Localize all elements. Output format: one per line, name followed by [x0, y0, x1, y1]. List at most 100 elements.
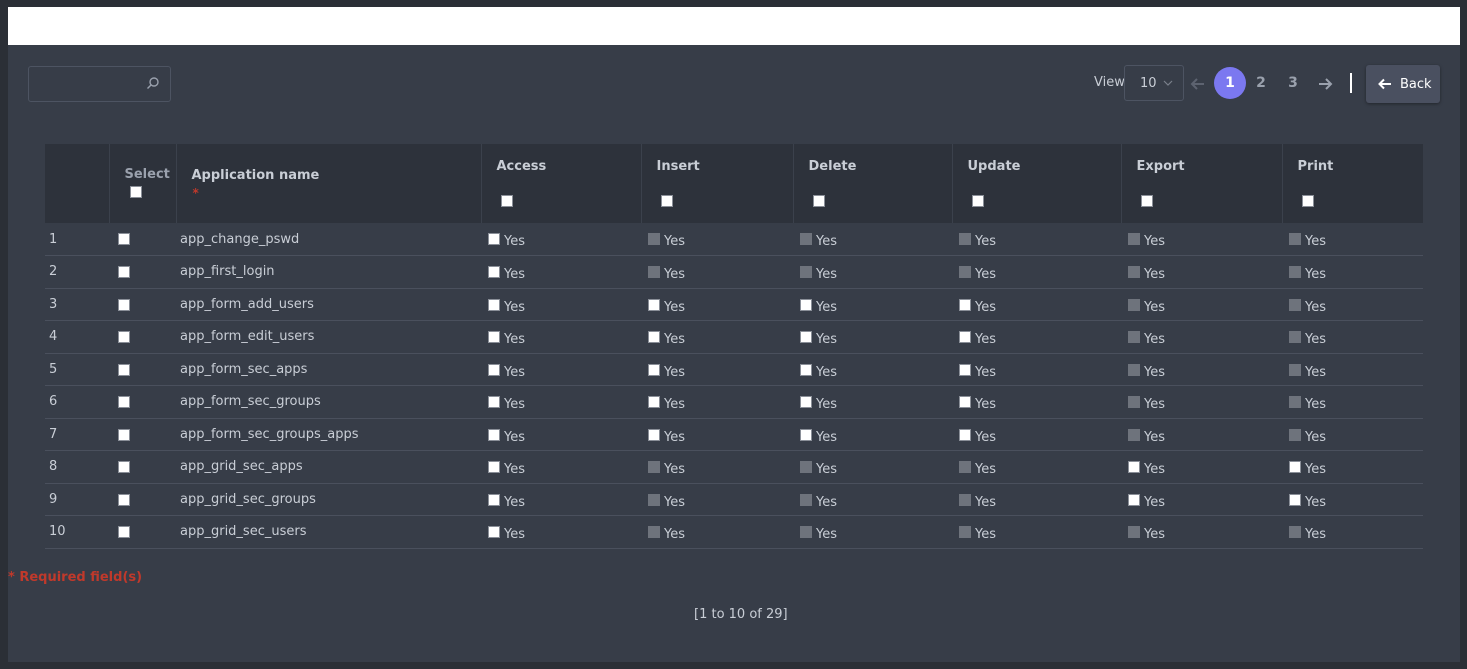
row-number: 3: [45, 288, 109, 321]
insert-checkbox[interactable]: [648, 331, 660, 343]
update-checkbox[interactable]: [959, 428, 971, 441]
row-select-checkbox[interactable]: [118, 428, 130, 441]
export-cell: Yes: [1121, 483, 1282, 516]
insert-checkbox[interactable]: [648, 396, 660, 408]
access-yes-label: Yes: [504, 234, 525, 249]
export-cell: Yes: [1121, 418, 1282, 451]
print-checkbox[interactable]: [1289, 493, 1301, 506]
print-checkbox: [1289, 233, 1301, 245]
export-checkbox[interactable]: [1128, 493, 1140, 506]
insert-yes-label: Yes: [664, 364, 685, 380]
delete-all-checkbox[interactable]: [812, 195, 825, 207]
application-name: app_change_pswd: [176, 223, 481, 256]
access-checkbox[interactable]: [488, 298, 500, 311]
top-bar: [8, 7, 1460, 45]
update-yes-label: Yes: [975, 494, 996, 510]
insert-checkbox[interactable]: [648, 298, 660, 311]
insert-checkbox[interactable]: [648, 428, 660, 441]
access-cell: Yes: [481, 288, 641, 321]
export-checkbox: [1128, 331, 1140, 343]
export-checkbox[interactable]: [1128, 461, 1140, 473]
update-cell: Yes: [952, 515, 1121, 549]
delete-cell: Yes: [793, 385, 952, 419]
update-header-label: Update: [967, 159, 1021, 174]
export-yes-label: Yes: [1144, 494, 1165, 510]
access-header: Access: [481, 144, 642, 223]
export-all-checkbox[interactable]: [1140, 195, 1153, 207]
row-select-checkbox[interactable]: [118, 233, 130, 245]
row-select-checkbox[interactable]: [118, 363, 130, 376]
print-all-checkbox[interactable]: [1301, 195, 1314, 207]
row-select-checkbox[interactable]: [118, 298, 130, 311]
update-yes-label: Yes: [975, 234, 996, 249]
insert-yes-label: Yes: [664, 429, 685, 445]
delete-checkbox[interactable]: [800, 396, 812, 408]
page-2-button[interactable]: 2: [1245, 67, 1277, 99]
insert-cell: Yes: [641, 353, 793, 386]
print-checkbox[interactable]: [1289, 461, 1301, 473]
delete-checkbox[interactable]: [800, 331, 812, 343]
access-all-checkbox[interactable]: [500, 195, 513, 207]
print-checkbox: [1289, 331, 1301, 343]
update-yes-label: Yes: [975, 429, 996, 445]
access-header-label: Access: [496, 159, 547, 174]
row-number: 4: [45, 320, 109, 354]
row-select-checkbox[interactable]: [118, 266, 130, 278]
required-marker: *: [192, 186, 199, 200]
row-select-checkbox[interactable]: [118, 331, 130, 343]
update-yes-label: Yes: [975, 462, 996, 477]
update-checkbox[interactable]: [959, 363, 971, 376]
page-3-button[interactable]: 3: [1277, 67, 1309, 99]
insert-yes-label: Yes: [664, 494, 685, 510]
delete-cell: Yes: [793, 515, 952, 549]
insert-checkbox[interactable]: [648, 363, 660, 376]
delete-checkbox[interactable]: [800, 428, 812, 441]
delete-checkbox: [800, 493, 812, 506]
view-label: View: [1094, 75, 1125, 90]
delete-cell: Yes: [793, 320, 952, 354]
update-checkbox[interactable]: [959, 331, 971, 343]
print-checkbox: [1289, 266, 1301, 278]
access-checkbox[interactable]: [488, 396, 500, 408]
insert-header: Insert: [641, 144, 794, 223]
application-name: app_grid_sec_users: [176, 515, 481, 549]
access-checkbox[interactable]: [488, 266, 500, 278]
access-checkbox[interactable]: [488, 461, 500, 473]
row-select-checkbox[interactable]: [118, 526, 130, 538]
access-checkbox[interactable]: [488, 526, 500, 538]
prev-page-icon[interactable]: [1189, 75, 1207, 93]
export-yes-label: Yes: [1144, 462, 1165, 477]
app-name-header-label: Application name: [191, 168, 320, 183]
delete-cell: Yes: [793, 418, 952, 451]
page-size-select[interactable]: 10: [1124, 65, 1184, 101]
update-all-checkbox[interactable]: [971, 195, 984, 207]
delete-checkbox[interactable]: [800, 363, 812, 376]
access-checkbox[interactable]: [488, 233, 500, 245]
update-checkbox[interactable]: [959, 298, 971, 311]
back-button[interactable]: Back: [1366, 65, 1440, 103]
search-input[interactable]: [28, 66, 171, 102]
access-cell: Yes: [481, 385, 641, 419]
export-yes-label: Yes: [1144, 429, 1165, 445]
access-checkbox[interactable]: [488, 493, 500, 506]
next-page-icon[interactable]: [1316, 75, 1334, 93]
access-checkbox[interactable]: [488, 428, 500, 441]
print-yes-label: Yes: [1305, 267, 1326, 282]
page-1-button[interactable]: 1: [1214, 67, 1246, 99]
delete-checkbox[interactable]: [800, 298, 812, 311]
update-checkbox[interactable]: [959, 396, 971, 408]
access-checkbox[interactable]: [488, 363, 500, 376]
row-number: 7: [45, 418, 109, 451]
select-header: Select: [109, 144, 177, 223]
row-select-checkbox[interactable]: [118, 461, 130, 473]
select-all-checkbox[interactable]: [129, 186, 142, 198]
delete-checkbox: [800, 461, 812, 473]
print-checkbox: [1289, 428, 1301, 441]
delete-checkbox: [800, 266, 812, 278]
update-yes-label: Yes: [975, 527, 996, 542]
access-checkbox[interactable]: [488, 331, 500, 343]
row-select-checkbox[interactable]: [118, 493, 130, 506]
insert-all-checkbox[interactable]: [660, 195, 673, 207]
insert-checkbox: [648, 233, 660, 245]
row-select-checkbox[interactable]: [118, 396, 130, 408]
